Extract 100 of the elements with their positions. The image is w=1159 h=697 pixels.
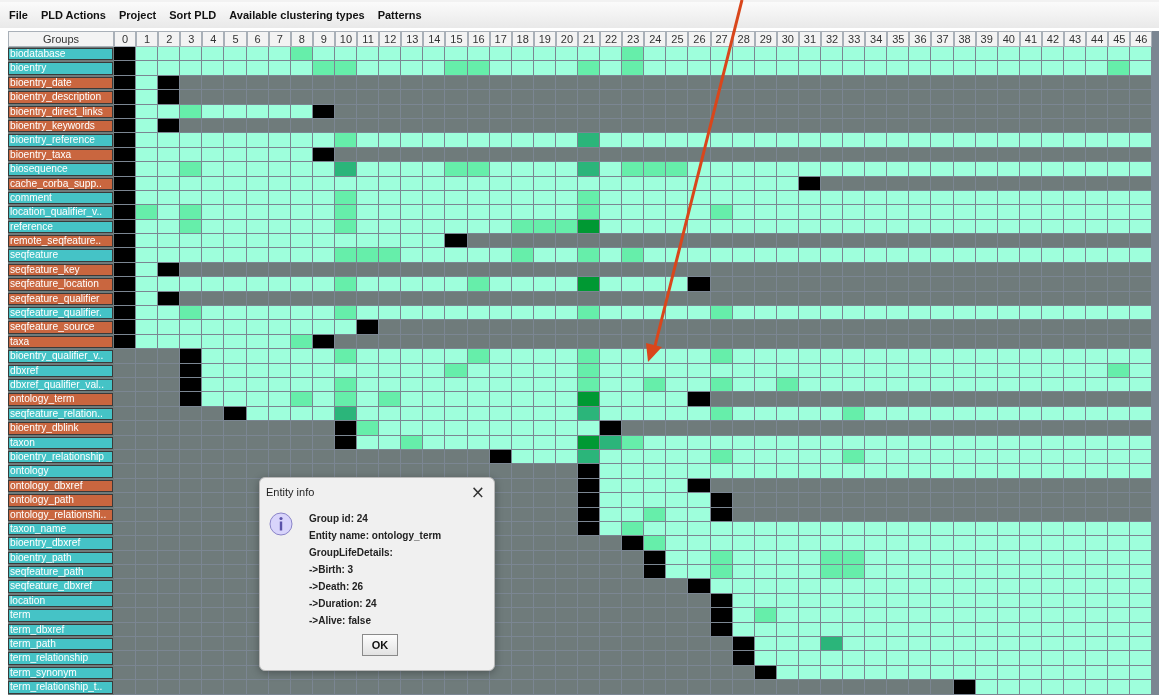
column-header: 21 bbox=[577, 31, 601, 47]
group-label[interactable]: bioentry_direct_links bbox=[8, 105, 113, 118]
column-header: 34 bbox=[865, 31, 888, 47]
column-header: 9 bbox=[312, 31, 335, 47]
column-header: 3 bbox=[180, 31, 203, 47]
group-label[interactable]: biosequence bbox=[8, 163, 113, 176]
column-header: 44 bbox=[1086, 31, 1109, 47]
menu-item[interactable]: Sort PLD bbox=[169, 9, 217, 21]
column-header: 2 bbox=[158, 31, 181, 47]
column-header: 14 bbox=[423, 31, 446, 47]
info-line: ->Death: 26 bbox=[309, 580, 365, 593]
group-label[interactable]: taxa bbox=[8, 335, 113, 349]
column-header: 24 bbox=[644, 31, 667, 47]
info-line: Entity name: ontology_term bbox=[309, 529, 442, 542]
group-label[interactable]: bioentry_path bbox=[8, 551, 113, 565]
column-header: 7 bbox=[268, 31, 291, 47]
group-label[interactable]: bioentry_description bbox=[8, 91, 113, 104]
column-header: 36 bbox=[909, 31, 932, 47]
group-label[interactable]: term_synonym bbox=[8, 666, 113, 680]
group-label[interactable]: seqfeature_source bbox=[8, 321, 113, 334]
group-label[interactable]: seqfeature_dbxref bbox=[8, 580, 113, 593]
column-header: 32 bbox=[821, 31, 844, 47]
group-label[interactable]: location_qualifier_v.. bbox=[8, 206, 113, 219]
column-header: 30 bbox=[776, 31, 799, 47]
group-label[interactable]: bioentry_dblink bbox=[8, 422, 113, 435]
column-header: 26 bbox=[688, 31, 711, 47]
menu-item[interactable]: File bbox=[9, 9, 28, 21]
group-label[interactable]: term_path bbox=[8, 638, 113, 651]
column-header: 20 bbox=[555, 31, 578, 47]
column-header: 5 bbox=[224, 31, 247, 47]
info-line: ->Birth: 3 bbox=[309, 563, 355, 576]
group-label[interactable]: bioentry bbox=[8, 62, 113, 75]
group-label[interactable]: taxon bbox=[8, 436, 113, 449]
column-header: 23 bbox=[622, 31, 645, 47]
group-label[interactable]: term_dbxref bbox=[8, 623, 113, 636]
group-label[interactable]: seqfeature_key bbox=[8, 263, 113, 277]
group-label[interactable]: ontology_dbxref bbox=[8, 479, 113, 493]
group-label[interactable]: ontology_relationshi.. bbox=[8, 508, 113, 521]
group-label[interactable]: taxon_name bbox=[8, 522, 113, 536]
column-header: 18 bbox=[511, 31, 534, 47]
group-label[interactable]: term_relationship_t.. bbox=[8, 681, 113, 694]
group-label[interactable]: cache_corba_supp.. bbox=[8, 177, 113, 190]
group-label[interactable]: term_relationship bbox=[8, 652, 113, 665]
column-header: 37 bbox=[931, 31, 954, 47]
column-header: Groups bbox=[8, 31, 114, 47]
column-header: 39 bbox=[975, 31, 998, 47]
group-label[interactable]: seqfeature_qualifier bbox=[8, 292, 113, 306]
group-label[interactable]: biodatabase bbox=[8, 48, 113, 61]
menu-item[interactable]: Project bbox=[118, 9, 157, 21]
column-header: 13 bbox=[401, 31, 424, 47]
column-header: 12 bbox=[379, 31, 402, 47]
info-line: ->Alive: false bbox=[309, 614, 372, 627]
group-label[interactable]: term bbox=[8, 609, 113, 622]
menu-item[interactable]: PLD Actions bbox=[40, 9, 106, 21]
column-header: 10 bbox=[334, 31, 358, 47]
group-label[interactable]: ontology_term bbox=[8, 393, 113, 406]
ok-button[interactable]: OK bbox=[362, 634, 398, 656]
group-label[interactable]: bioentry_qualifier_v.. bbox=[8, 350, 113, 363]
column-header: 43 bbox=[1064, 31, 1087, 47]
group-label[interactable]: seqfeature_qualifier. bbox=[8, 307, 113, 320]
group-label[interactable]: bioentry_reference bbox=[8, 134, 113, 147]
group-label[interactable]: seqfeature_path bbox=[8, 566, 113, 579]
column-header: 4 bbox=[202, 31, 225, 47]
column-header: 42 bbox=[1041, 31, 1065, 47]
column-header: 16 bbox=[467, 31, 490, 47]
menu-item[interactable]: Patterns bbox=[377, 9, 422, 21]
group-label[interactable]: ontology_path bbox=[8, 494, 113, 507]
group-label[interactable]: remote_seqfeature.. bbox=[8, 235, 113, 248]
group-label[interactable]: seqfeature_relation.. bbox=[8, 407, 113, 421]
group-label[interactable]: ontology bbox=[8, 465, 113, 478]
group-label[interactable]: dbxref bbox=[8, 364, 113, 377]
column-header: 35 bbox=[887, 31, 910, 47]
column-header: 8 bbox=[290, 31, 313, 47]
info-line: GroupLifeDetails: bbox=[309, 546, 394, 559]
group-label[interactable]: dbxref_qualifier_val.. bbox=[8, 379, 113, 392]
close-button[interactable]: × bbox=[467, 484, 488, 500]
column-header: 40 bbox=[997, 31, 1020, 47]
column-header: 41 bbox=[1019, 31, 1042, 47]
group-label[interactable]: bioentry_date bbox=[8, 76, 113, 90]
group-label[interactable]: reference bbox=[8, 220, 113, 234]
column-header: 33 bbox=[843, 31, 866, 47]
column-header: 19 bbox=[533, 31, 556, 47]
group-label[interactable]: bioentry_taxa bbox=[8, 148, 113, 162]
menu-item[interactable]: Available clustering types bbox=[229, 9, 365, 21]
info-line: ->Duration: 24 bbox=[309, 597, 378, 610]
group-label[interactable]: bioentry_dbxref bbox=[8, 537, 113, 550]
group-label[interactable]: bioentry_keywords bbox=[8, 119, 113, 133]
column-header: 6 bbox=[246, 31, 269, 47]
group-label[interactable]: comment bbox=[8, 191, 113, 205]
group-label[interactable]: seqfeature_location bbox=[8, 278, 113, 291]
group-label[interactable]: bioentry_relationship bbox=[8, 450, 113, 464]
column-header: 46 bbox=[1130, 31, 1153, 47]
dialog-title: Entity info bbox=[266, 486, 315, 498]
column-header: 38 bbox=[953, 31, 976, 47]
group-label[interactable]: location bbox=[8, 594, 113, 608]
group-label[interactable]: seqfeature bbox=[8, 249, 113, 262]
column-header: 31 bbox=[798, 31, 821, 47]
column-header: 25 bbox=[666, 31, 689, 47]
column-header: 15 bbox=[445, 31, 468, 47]
column-header: 11 bbox=[357, 31, 380, 47]
